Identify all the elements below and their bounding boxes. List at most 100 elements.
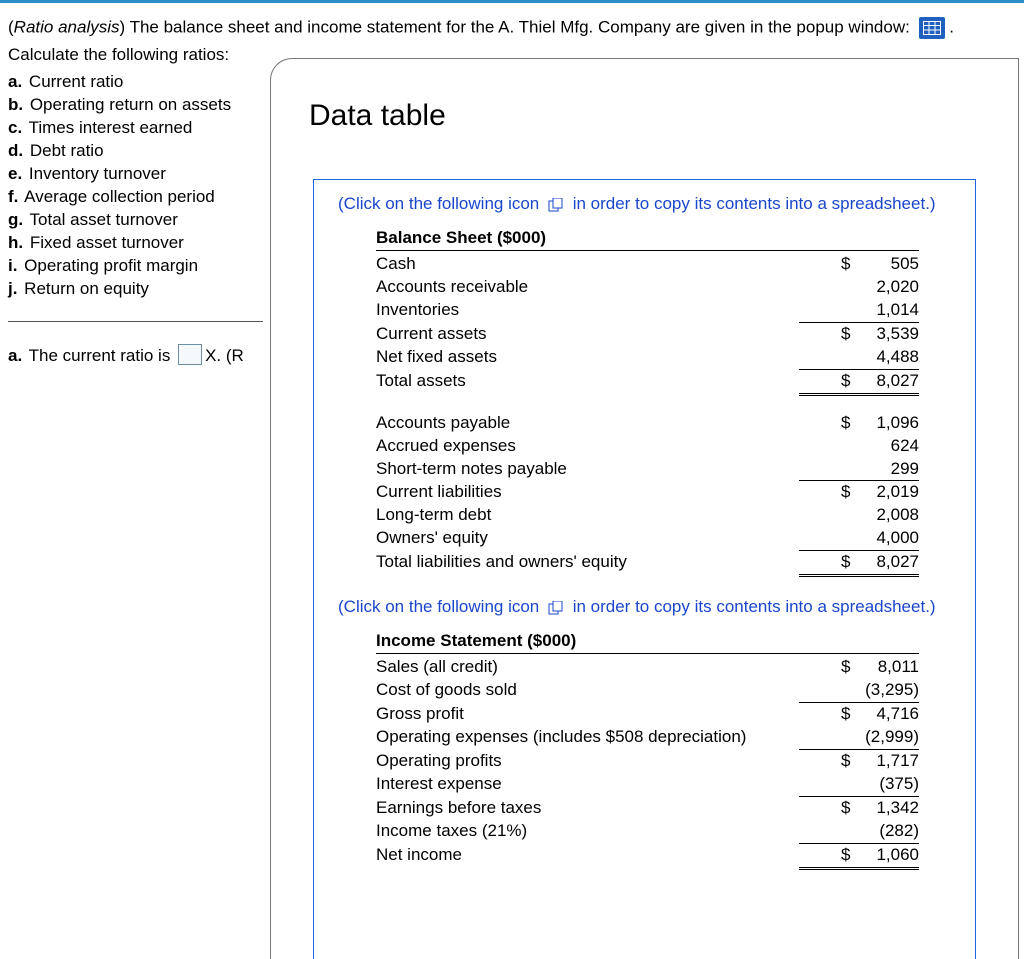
ratio-text: Operating profit margin [19, 256, 198, 275]
ratio-item: h. Fixed asset turnover [8, 233, 263, 253]
table-row: Inventories 1,014 [376, 299, 919, 323]
row-value: 4,000 [859, 527, 919, 550]
ratio-key: b. [8, 95, 23, 114]
dollar-sign: $ [841, 412, 859, 435]
ratio-text: Total asset turnover [25, 210, 178, 229]
table-row: Accounts receivable2,020 [376, 276, 919, 299]
row-label: Accrued expenses [376, 435, 799, 458]
row-value-wrap: $1,342 [799, 797, 919, 820]
panel-body: (Click on the following icon in order to… [313, 179, 976, 959]
copy-icon[interactable] [548, 601, 564, 615]
row-value-wrap: 299 [799, 458, 919, 482]
table-row: Operating profits$1,717 [376, 750, 919, 773]
intro-body: ) The balance sheet and income statement… [120, 17, 915, 36]
answer-input[interactable] [178, 344, 202, 365]
row-value: 8,027 [859, 370, 919, 393]
ratio-text: Inventory turnover [24, 164, 166, 183]
answer-key: a. [8, 346, 22, 365]
row-value: 1,096 [859, 412, 919, 435]
table-row: Income taxes (21%)(282) [376, 820, 919, 844]
table-row: Current liabilities$2,019 [376, 481, 919, 504]
panel-title: Data table [309, 99, 1018, 133]
dollar-sign: $ [841, 323, 859, 346]
ratio-key: e. [8, 164, 22, 183]
row-label: Total liabilities and owners' equity [376, 551, 799, 574]
copy-hint-1: (Click on the following icon in order to… [338, 194, 951, 214]
copy-hint-2: (Click on the following icon in order to… [338, 597, 951, 617]
row-label: Accounts receivable [376, 276, 799, 299]
ratio-item: d. Debt ratio [8, 141, 263, 161]
table-row: Short-term notes payable299 [376, 458, 919, 482]
row-value: 1,342 [859, 797, 919, 820]
ratio-item: f. Average collection period [8, 187, 263, 207]
dollar-sign: $ [841, 797, 859, 820]
ratio-item: g. Total asset turnover [8, 210, 263, 230]
row-label: Gross profit [376, 703, 799, 726]
table-row: Operating expenses (includes $508 deprec… [376, 726, 919, 750]
row-value: 8,011 [859, 656, 919, 679]
row-value: (3,295) [859, 679, 919, 702]
intro-period: . [945, 17, 954, 36]
table-row: Interest expense(375) [376, 773, 919, 797]
row-label: Income taxes (21%) [376, 820, 799, 843]
row-value-wrap: 624 [799, 435, 919, 458]
row-value: 624 [859, 435, 919, 458]
row-value: 4,716 [859, 703, 919, 726]
dollar-sign: $ [841, 481, 859, 504]
row-value-wrap: $3,539 [799, 323, 919, 346]
ratio-key: i. [8, 256, 17, 275]
ratio-item: b. Operating return on assets [8, 95, 263, 115]
ratio-text: Return on equity [19, 279, 148, 298]
dollar-sign: $ [841, 750, 859, 773]
question-intro: (Ratio analysis) The balance sheet and i… [8, 17, 1016, 39]
ratios-list: a. Current ratiob. Operating return on a… [8, 69, 263, 366]
row-label: Cash [376, 253, 799, 276]
row-label: Current assets [376, 323, 799, 346]
table-row: Net income$1,060 [376, 844, 919, 870]
row-label: Total assets [376, 370, 799, 393]
row-value-wrap: $1,717 [799, 750, 919, 773]
row-value: 1,717 [859, 750, 919, 773]
row-value-wrap: $8,027 [799, 551, 919, 577]
row-value-wrap: (375) [799, 773, 919, 797]
ratio-item: i. Operating profit margin [8, 256, 263, 276]
table-row: Owners' equity 4,000 [376, 527, 919, 551]
ratio-key: a. [8, 72, 22, 91]
spreadsheet-icon[interactable] [919, 17, 945, 39]
row-value-wrap: $505 [799, 253, 919, 276]
row-value-wrap: $1,096 [799, 412, 919, 435]
row-label: Earnings before taxes [376, 797, 799, 820]
row-value-wrap: 2,008 [799, 504, 919, 527]
answer-before: The current ratio is [29, 346, 171, 365]
ratio-key: f. [8, 187, 18, 206]
row-value: 3,539 [859, 323, 919, 346]
row-value: 299 [859, 458, 919, 481]
row-value-wrap: (282) [799, 820, 919, 844]
row-value-wrap: (2,999) [799, 726, 919, 750]
row-label: Owners' equity [376, 527, 799, 550]
ratio-key: j. [8, 279, 17, 298]
table-row: Total assets$8,027 [376, 370, 919, 396]
row-label: Operating expenses (includes $508 deprec… [376, 726, 799, 749]
row-value-wrap: 2,020 [799, 276, 919, 299]
dollar-sign: $ [841, 551, 859, 574]
row-value-wrap: $1,060 [799, 844, 919, 870]
table-row: Earnings before taxes$1,342 [376, 797, 919, 820]
income-statement-header: Income Statement ($000) [376, 631, 919, 654]
balance-sheet-table: Balance Sheet ($000) Cash$505Accounts re… [376, 228, 919, 577]
ratio-text: Debt ratio [25, 141, 103, 160]
dollar-sign: $ [841, 703, 859, 726]
copy-icon[interactable] [548, 198, 564, 212]
row-label: Inventories [376, 299, 799, 322]
row-value: 1,060 [859, 844, 919, 867]
ratio-item: e. Inventory turnover [8, 164, 263, 184]
dollar-sign: $ [841, 656, 859, 679]
ratio-text: Times interest earned [24, 118, 192, 137]
table-row: Long-term debt2,008 [376, 504, 919, 527]
table-row: Gross profit $4,716 [376, 703, 919, 726]
data-table-panel: Data table (Click on the following icon … [270, 58, 1019, 959]
row-value: 1,014 [859, 299, 919, 322]
row-value: 2,019 [859, 481, 919, 504]
table-row: Cost of goods sold(3,295) [376, 679, 919, 703]
row-value: 2,008 [859, 504, 919, 527]
